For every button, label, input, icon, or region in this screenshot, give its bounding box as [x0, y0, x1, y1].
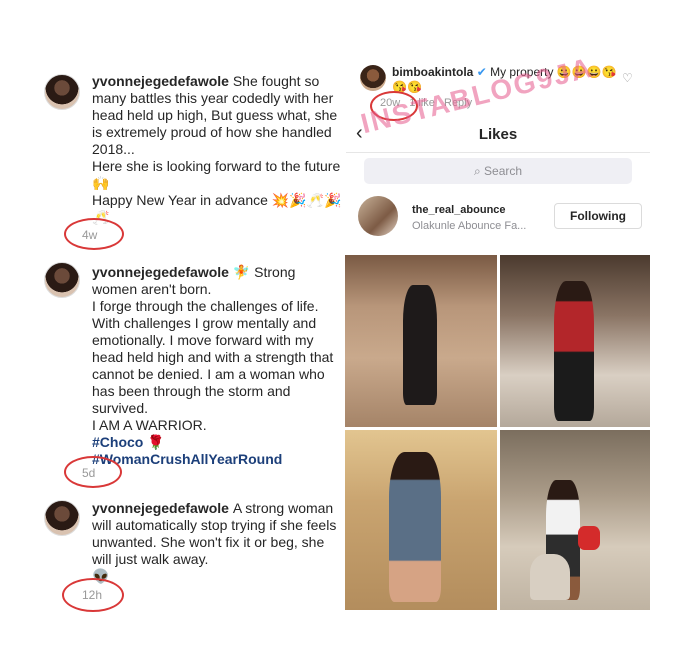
annotation-circle [62, 578, 124, 612]
red-bag [578, 526, 600, 550]
avatar[interactable] [44, 500, 80, 536]
search-input[interactable]: ⌕ Search [364, 158, 632, 184]
liker-full-name: Olakunle Abounce Fa... [412, 220, 527, 232]
photo-figure [554, 281, 594, 421]
photo-figure [389, 452, 441, 602]
comment-body: I AM A WARRIOR. [92, 417, 207, 433]
stroller [530, 554, 570, 600]
comment-username[interactable]: yvonnejegedefawole [92, 264, 229, 280]
liker-username[interactable]: the_real_abounce [412, 204, 506, 216]
liker-row[interactable]: the_real_abounce Olakunle Abounce Fa... … [346, 192, 650, 246]
comment-body: Here she is looking forward to the futur… [92, 158, 341, 191]
photo-woman-pillar [345, 255, 497, 427]
following-button[interactable]: Following [554, 203, 642, 229]
avatar[interactable] [44, 74, 80, 110]
comment-username[interactable]: yvonnejegedefawole [92, 500, 229, 516]
likes-header: ‹ Likes [346, 118, 650, 153]
photo-man-red-shirt [500, 255, 650, 427]
comment-body: Happy New Year in advance 💥🎉🥂🎉🥂 [92, 192, 342, 225]
comment-text: yvonnejegedefawole 🧚 Strong women aren't… [92, 264, 342, 468]
comment-text: yvonnejegedefawole A strong woman will a… [92, 500, 342, 585]
comment-body: I forge through the challenges of life. … [92, 298, 334, 416]
comment-username[interactable]: yvonnejegedefawole [92, 73, 229, 89]
photo-woman-denim [345, 430, 497, 610]
comment-text: yvonnejegedefawole She fought so many ba… [92, 73, 342, 226]
photo-woman-stroller [500, 430, 650, 610]
heart-icon[interactable]: ♡ [622, 71, 633, 85]
avatar[interactable] [360, 65, 386, 91]
comment-username[interactable]: bimboakintola [392, 65, 473, 79]
screenshot-collage: yvonnejegedefawole She fought so many ba… [0, 0, 690, 647]
annotation-circle [64, 456, 122, 488]
hashtag-link[interactable]: #Choco 🌹 [92, 434, 342, 451]
photo-figure [403, 285, 437, 405]
alien-emoji: 👽 [92, 568, 110, 584]
search-placeholder: Search [484, 164, 523, 178]
page-title: Likes [478, 126, 518, 143]
search-icon: ⌕ [473, 164, 481, 178]
hashtag-link[interactable]: #WomanCrushAllYearRound [92, 451, 342, 468]
avatar[interactable] [358, 196, 398, 236]
avatar[interactable] [44, 262, 80, 298]
annotation-circle [64, 218, 124, 250]
